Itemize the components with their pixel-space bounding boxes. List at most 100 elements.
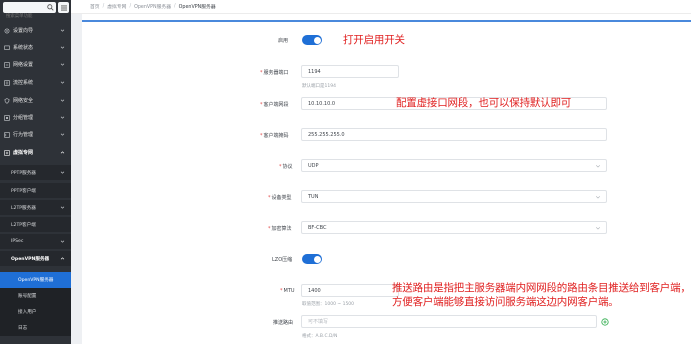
menu-toggle-button[interactable] (58, 2, 69, 13)
device-type-label: *设备类型 (268, 195, 292, 201)
breadcrumb-current: OpenVPN服务器 (178, 5, 216, 10)
network-icon (4, 61, 10, 68)
sidebar-item-label: 虚拟专网 (13, 150, 34, 156)
sidebar-item-network-security[interactable]: 网络安全 (0, 93, 71, 108)
toggle-knob (313, 255, 321, 263)
behavior-icon (4, 131, 10, 138)
cipher-value: BF-CBC (308, 224, 327, 231)
sidebar-subitem-label: L2TP服务器 (11, 205, 36, 211)
sidebar-subitem-label: IPSec (11, 239, 24, 244)
sidebar-item-group-management[interactable]: 分组管理 (0, 110, 71, 125)
enable-label: 启用 (278, 38, 289, 44)
chevron-down-icon (595, 165, 601, 168)
main-content: 启用 *服务器端口 1194 默认端口是1194 *客户端网段 10.10.10… (82, 20, 691, 344)
sidebar-subitem-label: OpenVPN服务器 (18, 278, 54, 283)
protocol-value: UDP (308, 162, 319, 169)
client-mask-input[interactable]: 255.255.255.0 (301, 128, 607, 141)
cipher-select[interactable]: BF-CBC (301, 221, 607, 234)
gear-icon (4, 28, 10, 33)
client-mask-label: *客户端掩码 (260, 133, 289, 139)
sidebar-subitem-openvpn-server[interactable]: OpenVPN服务器 (0, 251, 71, 266)
sidebar-item-network-settings[interactable]: 网络设置 (0, 57, 71, 72)
chevron-down-icon (60, 240, 65, 243)
search-box[interactable] (3, 2, 56, 22)
sidebar-item-label: 设置向导 (13, 28, 34, 34)
sidebar-subitem-l2tp-client[interactable]: L2TP客户端 (0, 217, 71, 232)
cipher-label: *加密算法 (268, 226, 292, 232)
sidebar-item-label: 网络安全 (13, 98, 34, 104)
sidebar-item-flow-control[interactable]: 流控系统 (0, 75, 71, 90)
sidebar-subitem-account-config[interactable]: 账号配置 (0, 288, 71, 304)
flow-icon (4, 79, 10, 86)
sidebar-item-label: 分组管理 (13, 115, 34, 121)
mtu-input[interactable]: 1400 (301, 284, 399, 297)
vpn-icon (4, 149, 10, 156)
chevron-down-icon (60, 46, 65, 49)
add-circle-icon[interactable] (601, 318, 609, 326)
sidebar-item-vpn[interactable]: 虚拟专网 (0, 145, 71, 160)
sidebar-subitem-connected-users[interactable]: 接入用户 (0, 304, 71, 320)
chevron-down-icon (595, 196, 601, 199)
device-type-select[interactable]: TUN (301, 190, 607, 203)
sidebar-subitem-log[interactable]: 日志 (0, 320, 71, 336)
chevron-up-icon (60, 257, 65, 260)
port-hint: 默认端口是1194 (302, 84, 336, 89)
lzo-label: LZO压缩 (272, 257, 293, 263)
sidebar-subitem-label: OpenVPN服务器 (11, 256, 50, 262)
annotation-push-route-line1: 推送路由是指把主服务器端内网网段的路由条目推送给到客户端， (392, 282, 691, 294)
breadcrumb-vpn[interactable]: 虚拟专网 (107, 3, 126, 10)
push-route-input[interactable]: 可不填写 (301, 315, 597, 328)
annotation-enable: 打开启用开关 (343, 34, 405, 46)
lzo-toggle[interactable] (302, 254, 322, 264)
sidebar-subitem-label: 账号配置 (18, 294, 37, 299)
protocol-select[interactable]: UDP (301, 159, 607, 172)
breadcrumb: 首页 / 虚拟专网 / OpenVPN服务器 / OpenVPN服务器 (71, 0, 691, 14)
sidebar-item-system-status[interactable]: 系统状态 (0, 40, 71, 55)
mtu-hint: 取值范围：1000 ~ 1500 (302, 302, 355, 307)
port-label: *服务器端口 (260, 70, 289, 76)
breadcrumb-separator: / (102, 4, 105, 9)
sidebar-subitem-pptp-server[interactable]: PPTP服务器 (0, 165, 71, 180)
sidebar-subitem-ipsec[interactable]: IPSec (0, 234, 71, 249)
push-route-label: 推送路由 (273, 320, 294, 326)
search-input[interactable] (3, 11, 46, 22)
chevron-down-icon (60, 133, 65, 136)
sidebar-subitem-label: L2TP客户端 (11, 222, 36, 228)
breadcrumb-separator: / (174, 4, 176, 9)
port-input[interactable]: 1194 (301, 65, 399, 78)
enable-toggle[interactable] (302, 35, 322, 45)
chevron-down-icon (60, 99, 65, 102)
push-route-hint: 格式：A.B.C.D/N (302, 334, 338, 339)
sidebar: 设置向导 系统状态 网络设置 流控系统 网络安全 分组管理 (0, 0, 71, 344)
sidebar-subitem-label: PPTP客户端 (11, 188, 36, 194)
app-window: 设置向导 系统状态 网络设置 流控系统 网络安全 分组管理 (0, 0, 691, 344)
sidebar-item-setup-wizard[interactable]: 设置向导 (0, 23, 71, 38)
chevron-down-icon (60, 116, 65, 119)
breadcrumb-openvpn[interactable]: OpenVPN服务器 (134, 3, 171, 10)
chevron-down-icon (60, 206, 65, 209)
sidebar-item-label: 系统状态 (13, 45, 34, 51)
search-icon[interactable] (47, 4, 54, 11)
device-type-value: TUN (308, 193, 319, 200)
group-icon (4, 114, 10, 121)
sidebar-subitem-label: PPTP服务器 (11, 170, 36, 176)
sidebar-subitem-pptp-client[interactable]: PPTP客户端 (0, 183, 71, 198)
toggle-knob (313, 36, 321, 44)
sidebar-item-behavior-management[interactable]: 行为管理 (0, 127, 71, 142)
content-gutter (71, 14, 82, 344)
chevron-down-icon (60, 29, 65, 32)
chevron-down-icon (595, 227, 601, 230)
sidebar-item-label: 行为管理 (13, 132, 34, 138)
breadcrumb-separator: / (129, 4, 132, 9)
sidebar-subitem-label: 日志 (18, 326, 28, 331)
annotation-push-route-line2: 方便客户端能够直接访问服务端这边内网客户端。 (392, 296, 619, 308)
sidebar-subitem-openvpn-server-config[interactable]: OpenVPN服务器 (0, 272, 71, 288)
breadcrumb-home[interactable]: 首页 (90, 3, 100, 10)
client-pool-label: *客户端网段 (260, 102, 289, 108)
sidebar-item-label: 网络设置 (13, 62, 34, 68)
sidebar-subitem-l2tp-server[interactable]: L2TP服务器 (0, 200, 71, 215)
hamburger-icon (60, 5, 67, 10)
annotation-client-pool: 配置虚接口网段，也可以保持默认即可 (396, 97, 572, 109)
mtu-label: *MTU (280, 288, 295, 294)
shield-icon (4, 97, 10, 104)
